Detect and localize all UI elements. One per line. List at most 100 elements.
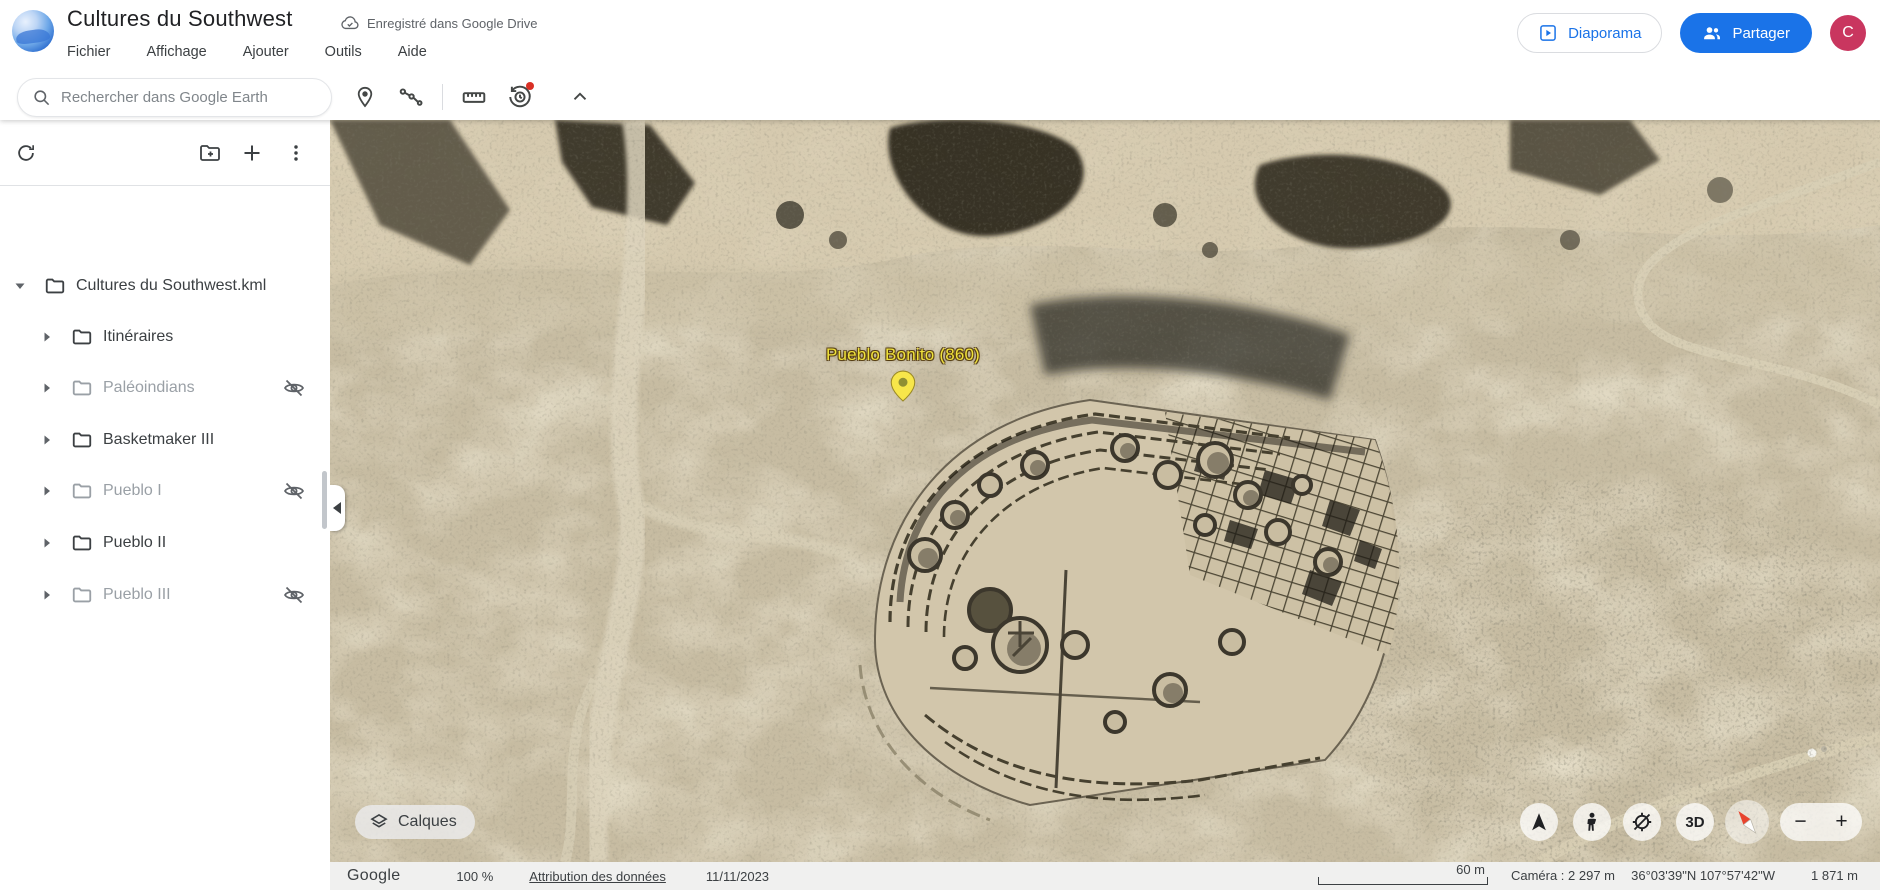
new-folder-button[interactable] (190, 133, 230, 173)
sidebar-toolbar (0, 120, 330, 186)
layers-label: Calques (398, 813, 457, 831)
tree-root-row[interactable]: Cultures du Southwest.kml (0, 264, 330, 308)
notification-dot (526, 82, 534, 90)
people-icon (1702, 23, 1722, 43)
data-attribution-link[interactable]: Attribution des données (529, 869, 666, 884)
menu-tools[interactable]: Outils (325, 44, 362, 60)
menu-add[interactable]: Ajouter (243, 44, 289, 60)
path-icon (398, 84, 424, 110)
more-options-button[interactable] (276, 133, 316, 173)
folder-icon (44, 275, 66, 297)
places-sidebar: Cultures du Southwest.kml Itinéraires Pa… (0, 120, 330, 890)
avatar-initial: C (1842, 24, 1854, 42)
folder-icon (71, 480, 93, 502)
search-input[interactable] (61, 89, 311, 106)
share-label: Partager (1732, 25, 1790, 42)
caret-right-icon[interactable] (41, 382, 53, 394)
satellite-imagery[interactable]: Pueblo Bonito (860) (330, 120, 1880, 862)
tree-item-pueblo-ii[interactable]: Pueblo II (0, 521, 330, 565)
zoom-control: − + (1780, 803, 1862, 841)
visibility-off-icon[interactable] (282, 583, 306, 612)
folder-plus-icon (198, 141, 222, 165)
tree-item-label: Basketmaker III (103, 431, 214, 449)
caret-right-icon[interactable] (41, 589, 53, 601)
folder-icon (71, 326, 93, 348)
zoom-percent: 100 % (456, 869, 493, 884)
slideshow-button[interactable]: Diaporama (1517, 13, 1662, 53)
slideshow-label: Diaporama (1568, 25, 1641, 42)
plus-icon (240, 141, 264, 165)
tree-item-label: Pueblo I (103, 482, 162, 500)
tree-root-label: Cultures du Southwest.kml (76, 277, 266, 295)
layers-button[interactable]: Calques (355, 805, 475, 839)
tree-item-basketmaker-iii[interactable]: Basketmaker III (0, 418, 330, 462)
draw-path-button[interactable] (390, 76, 432, 118)
cloud-done-icon (340, 13, 360, 33)
caret-right-icon[interactable] (41, 331, 53, 343)
tree-item-pueblo-iii[interactable]: Pueblo III (0, 573, 330, 617)
google-earth-logo (12, 10, 54, 52)
sidebar-collapse-handle[interactable] (330, 485, 345, 531)
camera-altitude: Caméra : 2 297 m (1511, 868, 1615, 883)
placemark-pin-icon[interactable] (890, 370, 916, 402)
menu-help[interactable]: Aide (398, 44, 427, 60)
mode-3d-button[interactable]: 3D (1676, 803, 1714, 841)
visibility-off-icon[interactable] (282, 376, 306, 405)
map-viewport[interactable]: Pueblo Bonito (860) Calques 3D (330, 120, 1880, 890)
tree-item-itineraires[interactable]: Itinéraires (0, 315, 330, 359)
measure-button[interactable] (453, 76, 495, 118)
tree-item-label: Paléoindians (103, 379, 195, 397)
folder-icon (71, 584, 93, 606)
menu-file[interactable]: Fichier (67, 44, 111, 60)
share-button[interactable]: Partager (1680, 13, 1812, 53)
scale-label: 60 m (1456, 862, 1485, 877)
placemark-icon (353, 85, 377, 109)
fly-navigation-button[interactable] (1520, 803, 1558, 841)
save-status: Enregistré dans Google Drive (340, 13, 538, 33)
layers-icon (369, 812, 389, 832)
navigation-arrow-icon (1528, 811, 1550, 833)
folder-icon (71, 429, 93, 451)
menubar: Fichier Affichage Ajouter Outils Aide (67, 44, 427, 60)
terrain-graphic (330, 120, 1880, 862)
elevation: 1 871 m (1811, 868, 1858, 883)
tree-item-label: Pueblo III (103, 586, 171, 604)
caret-down-icon[interactable] (14, 280, 26, 292)
caret-right-icon[interactable] (41, 537, 53, 549)
search-bar[interactable] (17, 78, 332, 117)
add-item-button[interactable] (232, 133, 272, 173)
ruler-icon (461, 84, 487, 110)
tree-item-pueblo-i[interactable]: Pueblo I (0, 469, 330, 513)
folder-icon (71, 377, 93, 399)
photos-toggle-button[interactable] (1623, 803, 1661, 841)
tree-item-label: Itinéraires (103, 328, 173, 346)
collapse-toolbar-button[interactable] (559, 76, 601, 118)
visibility-off-icon[interactable] (282, 479, 306, 508)
menu-view[interactable]: Affichage (147, 44, 207, 60)
project-title: Cultures du Southwest (67, 6, 293, 32)
compass-button[interactable] (1725, 800, 1769, 844)
mode-3d-label: 3D (1685, 814, 1704, 831)
coordinates: 36°03'39"N 107°57'42"W (1631, 868, 1775, 883)
sidebar-scrollbar[interactable] (322, 471, 327, 529)
caret-right-icon[interactable] (41, 485, 53, 497)
refresh-button[interactable] (6, 133, 46, 173)
historical-imagery-button[interactable] (499, 76, 541, 118)
folder-icon (71, 532, 93, 554)
zoom-in-button[interactable]: + (1821, 803, 1862, 841)
caret-right-icon[interactable] (41, 434, 53, 446)
placemark-label[interactable]: Pueblo Bonito (860) (822, 345, 984, 365)
app-header: Cultures du Southwest Enregistré dans Go… (0, 0, 1880, 120)
slideshow-icon (1538, 23, 1558, 43)
chevron-up-icon (569, 86, 591, 108)
imagery-date: 11/11/2023 (706, 869, 769, 884)
kebab-menu-icon (285, 142, 307, 164)
pegman-button[interactable] (1573, 803, 1611, 841)
zoom-out-button[interactable]: − (1780, 803, 1821, 841)
google-logo: Google (347, 867, 400, 885)
add-placemark-button[interactable] (344, 76, 386, 118)
search-icon (32, 88, 51, 107)
account-avatar[interactable]: C (1830, 15, 1866, 51)
tree-item-paleoindians[interactable]: Paléoindians (0, 366, 330, 410)
compass-needle-icon (1730, 805, 1764, 839)
